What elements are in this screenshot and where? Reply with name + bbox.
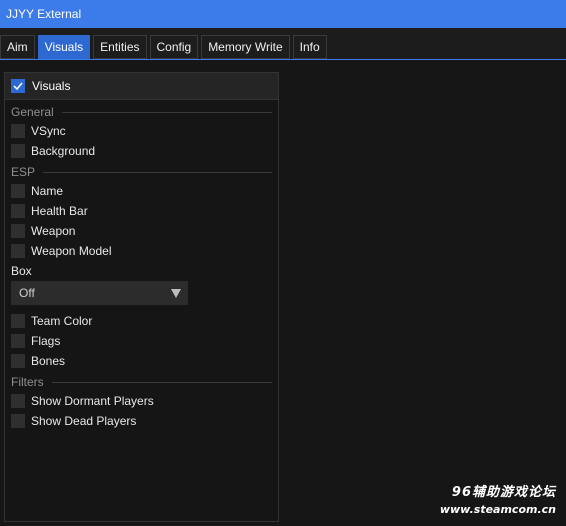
visuals-header[interactable]: Visuals <box>5 73 278 100</box>
tab-config[interactable]: Config <box>149 35 199 59</box>
watermark-url: www.steamcom.cn <box>439 503 556 516</box>
health-bar-checkbox[interactable] <box>11 204 25 218</box>
checkbox-row-vsync[interactable]: VSync <box>11 122 66 140</box>
watermark: BROKEN CORE 96辅助游戏论坛 www.steamcom.cn <box>439 481 556 519</box>
team-color-label: Team Color <box>31 314 93 328</box>
visuals-header-label: Visuals <box>32 79 71 93</box>
flags-label: Flags <box>31 334 61 348</box>
checkbox-row-weapon[interactable]: Weapon <box>11 222 75 240</box>
section-esp: ESP <box>11 164 272 180</box>
tab-memory-write[interactable]: Memory Write <box>201 35 290 59</box>
box-dropdown[interactable]: Off <box>11 281 188 305</box>
checkbox-row-name[interactable]: Name <box>11 182 63 200</box>
checkbox-row-show-dead-players[interactable]: Show Dead Players <box>11 412 136 430</box>
flags-checkbox[interactable] <box>11 334 25 348</box>
health-bar-label: Health Bar <box>31 204 88 218</box>
vsync-label: VSync <box>31 124 66 138</box>
name-checkbox[interactable] <box>11 184 25 198</box>
title-bar: JJYY External <box>0 0 566 28</box>
section-esp-label: ESP <box>11 165 36 179</box>
section-divider <box>51 381 272 383</box>
show-dormant-players-checkbox[interactable] <box>11 394 25 408</box>
vsync-checkbox[interactable] <box>11 124 25 138</box>
weapon-checkbox[interactable] <box>11 224 25 238</box>
checkbox-row-team-color[interactable]: Team Color <box>11 312 92 330</box>
visuals-panel: Visuals General VSync Background ESP Nam… <box>4 72 279 522</box>
checkmark-icon <box>13 82 23 90</box>
checkbox-row-weapon-model[interactable]: Weapon Model <box>11 242 112 260</box>
watermark-chinese-text: 96辅助游戏论坛 <box>451 485 556 500</box>
show-dead-players-checkbox[interactable] <box>11 414 25 428</box>
section-divider <box>43 171 272 173</box>
visuals-enable-checkbox[interactable] <box>11 79 25 93</box>
background-label: Background <box>31 144 96 158</box>
tab-entities[interactable]: Entities <box>93 35 147 59</box>
tab-bar: Aim Visuals Entities Config Memory Write… <box>0 28 566 60</box>
section-filters: Filters <box>11 374 272 390</box>
background-checkbox[interactable] <box>11 144 25 158</box>
bones-checkbox[interactable] <box>11 354 25 368</box>
tab-aim[interactable]: Aim <box>0 35 35 59</box>
checkbox-row-health-bar[interactable]: Health Bar <box>11 202 88 220</box>
checkbox-row-bones[interactable]: Bones <box>11 352 65 370</box>
show-dead-players-label: Show Dead Players <box>31 414 137 428</box>
triangle-down-icon <box>171 289 181 298</box>
name-label: Name <box>31 184 64 198</box>
checkbox-row-show-dormant-players[interactable]: Show Dormant Players <box>11 392 154 410</box>
weapon-label: Weapon <box>31 224 76 238</box>
window-title: JJYY External <box>6 7 82 21</box>
team-color-checkbox[interactable] <box>11 314 25 328</box>
weapon-model-label: Weapon Model <box>31 244 112 258</box>
tab-visuals[interactable]: Visuals <box>37 35 91 59</box>
app-window: JJYY External Aim Visuals Entities Confi… <box>0 0 566 526</box>
box-label: Box <box>11 264 32 278</box>
checkbox-row-background[interactable]: Background <box>11 142 95 160</box>
box-dropdown-value: Off <box>19 286 35 300</box>
section-divider <box>61 111 272 113</box>
weapon-model-checkbox[interactable] <box>11 244 25 258</box>
tab-underline <box>0 59 566 60</box>
tab-info[interactable]: Info <box>292 35 327 59</box>
section-general: General <box>11 104 272 120</box>
checkbox-row-flags[interactable]: Flags <box>11 332 60 350</box>
section-general-label: General <box>11 105 54 119</box>
bones-label: Bones <box>31 354 66 368</box>
show-dormant-players-label: Show Dormant Players <box>31 394 154 408</box>
section-filters-label: Filters <box>11 375 44 389</box>
